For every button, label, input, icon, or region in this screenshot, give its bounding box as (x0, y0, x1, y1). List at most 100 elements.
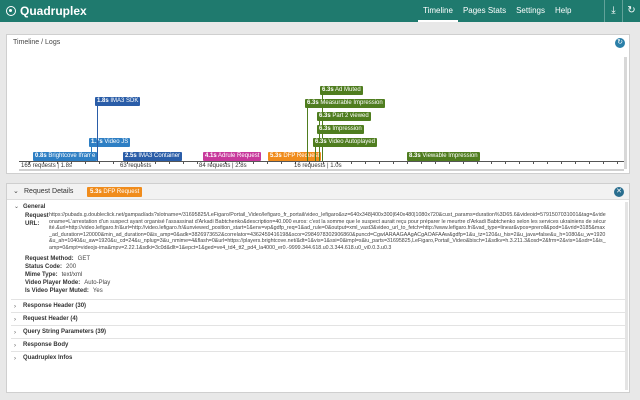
badge-label: DFP Request (103, 189, 140, 195)
event-time: 6.3s (319, 113, 331, 119)
field-key: Request Method: (25, 255, 74, 262)
request-details-header[interactable]: ⌄ Request Details 5.3s DFP Request ✕ (7, 184, 629, 200)
timeline-event-chip[interactable]: 6.3s Part 2 viewed (317, 112, 371, 121)
axis-tick (113, 161, 114, 164)
axis-tick (449, 161, 450, 164)
general-field-row: Status Code: 200 (11, 263, 625, 271)
section-label: Response Body (23, 341, 69, 348)
event-time: 6.3s (307, 100, 319, 106)
section-label: Query String Parameters (39) (23, 328, 107, 335)
axis-tick (435, 161, 436, 164)
axis-tick (421, 161, 422, 164)
collapsed-section-header[interactable]: › Request Header (4) (11, 311, 625, 325)
event-marker-line (91, 147, 92, 161)
brand: Quadruplex (6, 3, 87, 19)
axis-tick (589, 161, 590, 164)
field-key: Video Player Mode: (25, 279, 81, 286)
field-value: Yes (92, 287, 103, 294)
section-label: Request Header (4) (23, 315, 78, 322)
app-header: Quadruplex Timeline Pages Stats Settings… (0, 0, 640, 22)
nav-timeline[interactable]: Timeline (418, 0, 458, 22)
collapsed-section-header[interactable]: › Query String Parameters (39) (11, 324, 625, 338)
event-time: 1.8s (97, 98, 109, 104)
axis-tick (351, 161, 352, 164)
axis-tick (267, 161, 268, 164)
timeline-event-chip[interactable]: 6.3s Ad Muted (320, 86, 363, 95)
section-general[interactable]: ⌄ General (11, 202, 625, 212)
selected-request-badge: 5.3s DFP Request (87, 187, 143, 197)
general-field-row: Video Player Mode: Auto-Play (11, 279, 625, 287)
event-label: Measurable Impression (318, 100, 383, 106)
axis-tick (183, 161, 184, 164)
general-field-row: Is Video Player Muted: Yes (11, 287, 625, 295)
nav-help[interactable]: Help (550, 0, 576, 22)
event-label: Brightcove Iframe (46, 153, 96, 159)
timeline-event-chip[interactable]: 6.3s Video Autoplayed (313, 138, 377, 147)
request-details-panel: ⌄ Request Details 5.3s DFP Request ✕ ⌄ G… (6, 183, 630, 393)
collapsed-section-header[interactable]: › Quadruplex Infos (11, 350, 625, 364)
field-value: 200 (66, 263, 77, 270)
axis-tick (393, 161, 394, 164)
event-label: Impression (330, 126, 362, 132)
request-details-body: ⌄ General Request URL: https://pubads.g.… (11, 202, 625, 392)
main-nav: Timeline Pages Stats Settings Help (418, 0, 576, 22)
timeline-event-chip[interactable]: 6.3s Measurable Impression (305, 99, 385, 108)
axis-tick (379, 161, 380, 164)
timeline-event-chip[interactable]: 8.3s Viewable Impression (407, 152, 480, 161)
close-icon[interactable]: ✕ (614, 187, 624, 197)
timeline-horizontal-scrollbar[interactable] (19, 169, 624, 171)
request-url-key: Request URL: (25, 213, 49, 227)
axis-tick (603, 161, 604, 164)
axis-tick (575, 161, 576, 164)
axis-tick (85, 161, 86, 164)
axis-tick (477, 161, 478, 164)
request-url-value: https://pubads.g.doubleclick.net/gampad/… (49, 212, 606, 251)
details-scrollbar[interactable] (625, 202, 628, 390)
nav-pages-stats[interactable]: Pages Stats (458, 0, 511, 22)
refresh-icon[interactable]: ↻ (622, 0, 640, 22)
field-value: text/xml (61, 271, 83, 278)
event-time: 8.3s (409, 153, 421, 159)
timeline-event-chip[interactable]: 6.3s Impression (317, 125, 364, 134)
timeline-event-chip[interactable]: 5.3s DFP Request (268, 152, 322, 161)
timeline-event-chip[interactable]: 0.8s Brightcove Iframe (33, 152, 98, 161)
badge-time: 5.3s (90, 189, 102, 195)
event-label: IMA3 Container (136, 153, 181, 159)
section-general-label: General (23, 204, 46, 210)
timeline-panel: Timeline / Logs ↻ 0.8s Brightcove Iframe… (6, 34, 630, 174)
axis-tick (561, 161, 562, 164)
axis-tick (169, 161, 170, 164)
general-field-row: Request Method: GET (11, 255, 625, 263)
field-key: Status Code: (25, 263, 63, 270)
event-time: 6.3s (319, 126, 331, 132)
axis-tick (155, 161, 156, 164)
timeline-event-chip[interactable]: 2.5s IMA3 Container (123, 152, 183, 161)
chevron-right-icon: › (14, 355, 16, 362)
event-label: DFP Request (281, 153, 320, 159)
axis-tick (281, 161, 282, 164)
event-label: Video Autoplayed (326, 139, 375, 145)
event-time: 2.5s (125, 153, 137, 159)
field-value: GET (77, 255, 91, 262)
timeline-event-chip[interactable]: 1.7s Video JS (89, 138, 131, 147)
timeline-vertical-scrollbar[interactable] (624, 57, 627, 169)
event-label: Ad Muted (333, 87, 361, 93)
timeline-event-chip[interactable]: 4.1s Adrule Request (203, 152, 262, 161)
event-label: Adrule Request (216, 153, 260, 159)
request-details-title: Request Details (24, 188, 74, 195)
axis-tick (197, 161, 198, 164)
collapsed-section-header[interactable]: › Response Header (30) (11, 298, 625, 312)
download-icon[interactable]: ⤓ (604, 0, 622, 22)
nav-settings[interactable]: Settings (511, 0, 550, 22)
axis-tick (491, 161, 492, 164)
event-label: Part 2 viewed (330, 113, 369, 119)
event-time: 6.3s (315, 139, 327, 145)
collapsed-section-header[interactable]: › Response Body (11, 337, 625, 351)
timeline-refresh-icon[interactable]: ↻ (615, 38, 625, 48)
axis-tick (463, 161, 464, 164)
timeline-chart: 0.8s Brightcove Iframe 1.7s Video JS 1.8s … (19, 53, 624, 169)
timeline-event-chip[interactable]: 1.8s IMA3 SDK (95, 97, 141, 106)
chevron-down-icon: ⌄ (13, 188, 19, 195)
event-time: 5.3s (270, 153, 282, 159)
axis-tick (533, 161, 534, 164)
